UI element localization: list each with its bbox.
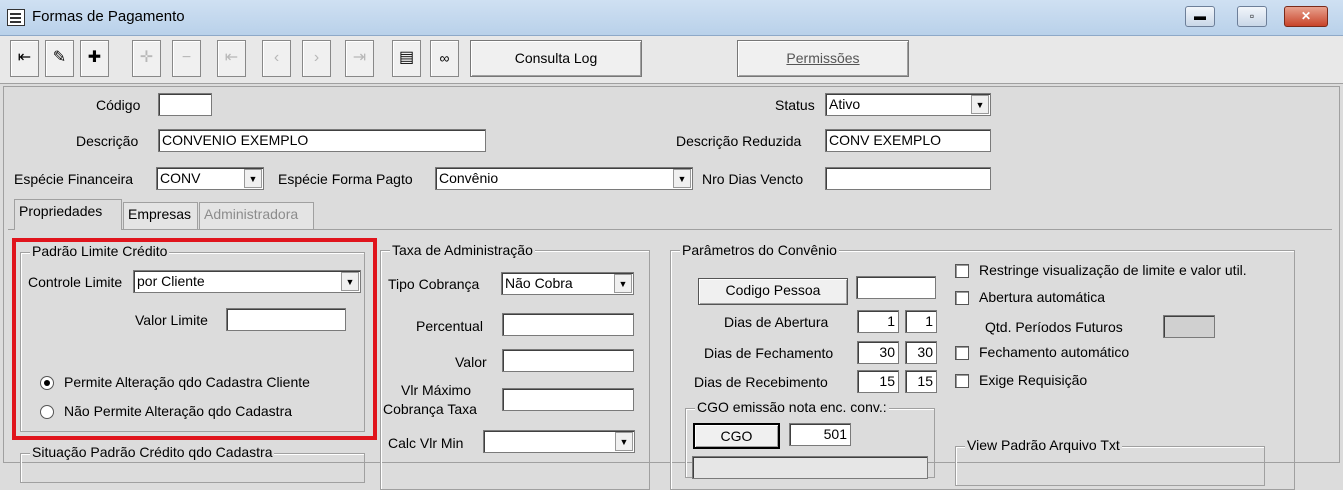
dias-recebimento-1-input[interactable]: 15 [857, 370, 899, 393]
descricao-input[interactable]: CONVENIO EXEMPLO [158, 129, 486, 152]
abertura-automatica-label: Abertura automática [979, 289, 1106, 305]
especie-forma-select[interactable]: Convênio ▼ [435, 167, 693, 190]
binoculars-icon[interactable]: ∞ [430, 40, 459, 77]
dias-fechamento-label: Dias de Fechamento [704, 345, 834, 361]
valor-input[interactable] [502, 349, 634, 372]
consulta-log-button[interactable]: Consulta Log [470, 40, 642, 77]
chevron-down-icon[interactable]: ▼ [971, 95, 989, 114]
parametros-title: Parâmetros do Convênio [680, 242, 839, 258]
dias-recebimento-2-input[interactable]: 15 [905, 370, 937, 393]
title-bar [0, 0, 1343, 36]
chevron-down-icon[interactable]: ▼ [614, 274, 632, 293]
descricao-label: Descrição [76, 133, 139, 149]
dias-abertura-1-input[interactable]: 1 [857, 310, 899, 333]
dias-abertura-label: Dias de Abertura [724, 314, 829, 330]
especie-forma-label: Espécie Forma Pagto [278, 171, 413, 187]
next-record-icon[interactable]: › [302, 40, 331, 77]
tipo-cobranca-select[interactable]: Não Cobra ▼ [501, 272, 634, 295]
codigo-pessoa-input[interactable] [856, 276, 936, 299]
chevron-down-icon[interactable]: ▼ [673, 169, 691, 188]
view-title: View Padrão Arquivo Txt [965, 437, 1122, 453]
highlight-box [12, 238, 377, 440]
dias-recebimento-label: Dias de Recebimento [694, 374, 828, 390]
vlr-maximo-label: Vlr Máximo [401, 382, 472, 398]
especie-financeira-select[interactable]: CONV ▼ [156, 167, 264, 190]
chevron-down-icon[interactable]: ▼ [615, 432, 633, 451]
especie-financeira-label: Espécie Financeira [14, 171, 134, 187]
valor-label: Valor [455, 354, 487, 370]
prev-record-icon[interactable]: ‹ [262, 40, 291, 77]
exige-requisicao-checkbox[interactable] [955, 374, 969, 388]
cgo-button[interactable]: CGO [693, 423, 780, 449]
calc-vlr-min-select[interactable]: ▼ [483, 430, 635, 453]
tab-divider [8, 229, 1332, 230]
qtd-periodos-label: Qtd. Períodos Futuros [985, 319, 1123, 335]
exige-requisicao-label: Exige Requisição [979, 372, 1088, 388]
status-label: Status [775, 97, 815, 113]
maximize-button[interactable]: ▫ [1237, 6, 1267, 27]
percentual-input[interactable] [502, 313, 634, 336]
remove-disabled-icon[interactable]: − [172, 40, 201, 77]
fechamento-automatico-label: Fechamento automático [979, 344, 1130, 360]
add-icon[interactable]: ✚ [80, 40, 109, 77]
list-icon[interactable]: ▤ [392, 40, 421, 77]
exit-icon[interactable]: ⇤ [10, 40, 39, 77]
minimize-button[interactable]: ▬ [1185, 6, 1215, 27]
tab-administradora[interactable]: Administradora [199, 202, 314, 229]
insert-disabled-icon[interactable]: ✛ [132, 40, 161, 77]
codigo-label: Código [96, 97, 141, 113]
abertura-automatica-checkbox[interactable] [955, 291, 969, 305]
cgo-description-input[interactable] [692, 456, 928, 479]
toolbar [0, 36, 1343, 84]
chevron-down-icon[interactable]: ▼ [244, 169, 262, 188]
cgo-title: CGO emissão nota enc. conv.: [695, 399, 889, 415]
percentual-label: Percentual [416, 318, 483, 334]
edit-icon[interactable]: ✎ [45, 40, 74, 77]
vlr-maximo-input[interactable] [502, 388, 634, 411]
tab-propriedades[interactable]: Propriedades [14, 199, 122, 230]
dias-fechamento-1-input[interactable]: 30 [857, 341, 899, 364]
window-title: Formas de Pagamento [32, 8, 185, 25]
nro-dias-input[interactable] [825, 167, 991, 190]
dias-fechamento-2-input[interactable]: 30 [905, 341, 937, 364]
cgo-input[interactable]: 501 [789, 423, 851, 446]
form-icon [7, 9, 25, 26]
descricao-reduzida-input[interactable]: CONV EXEMPLO [825, 129, 991, 152]
dias-abertura-2-input[interactable]: 1 [905, 310, 937, 333]
fechamento-automatico-checkbox[interactable] [955, 346, 969, 360]
codigo-input[interactable] [158, 93, 212, 116]
status-select[interactable]: Ativo ▼ [825, 93, 991, 116]
cobranca-taxa-label: Cobrança Taxa [383, 401, 477, 417]
permissoes-button[interactable]: Permissões [737, 40, 909, 77]
restringe-label: Restringe visualização de limite e valor… [979, 262, 1247, 278]
calc-vlr-min-label: Calc Vlr Min [388, 435, 464, 451]
tipo-cobranca-label: Tipo Cobrança [388, 276, 480, 292]
tab-empresas[interactable]: Empresas [123, 202, 198, 229]
codigo-pessoa-button[interactable]: Codigo Pessoa [698, 278, 848, 305]
situacao-title: Situação Padrão Crédito qdo Cadastra [30, 444, 275, 460]
descricao-reduzida-label: Descrição Reduzida [676, 133, 802, 149]
close-button[interactable]: ✕ [1284, 6, 1328, 27]
taxa-title: Taxa de Administração [390, 242, 535, 258]
nro-dias-label: Nro Dias Vencto [702, 171, 804, 187]
restringe-checkbox[interactable] [955, 264, 969, 278]
first-record-icon[interactable]: ⇤ [217, 40, 246, 77]
qtd-periodos-input[interactable] [1163, 315, 1215, 338]
last-record-icon[interactable]: ⇥ [345, 40, 374, 77]
